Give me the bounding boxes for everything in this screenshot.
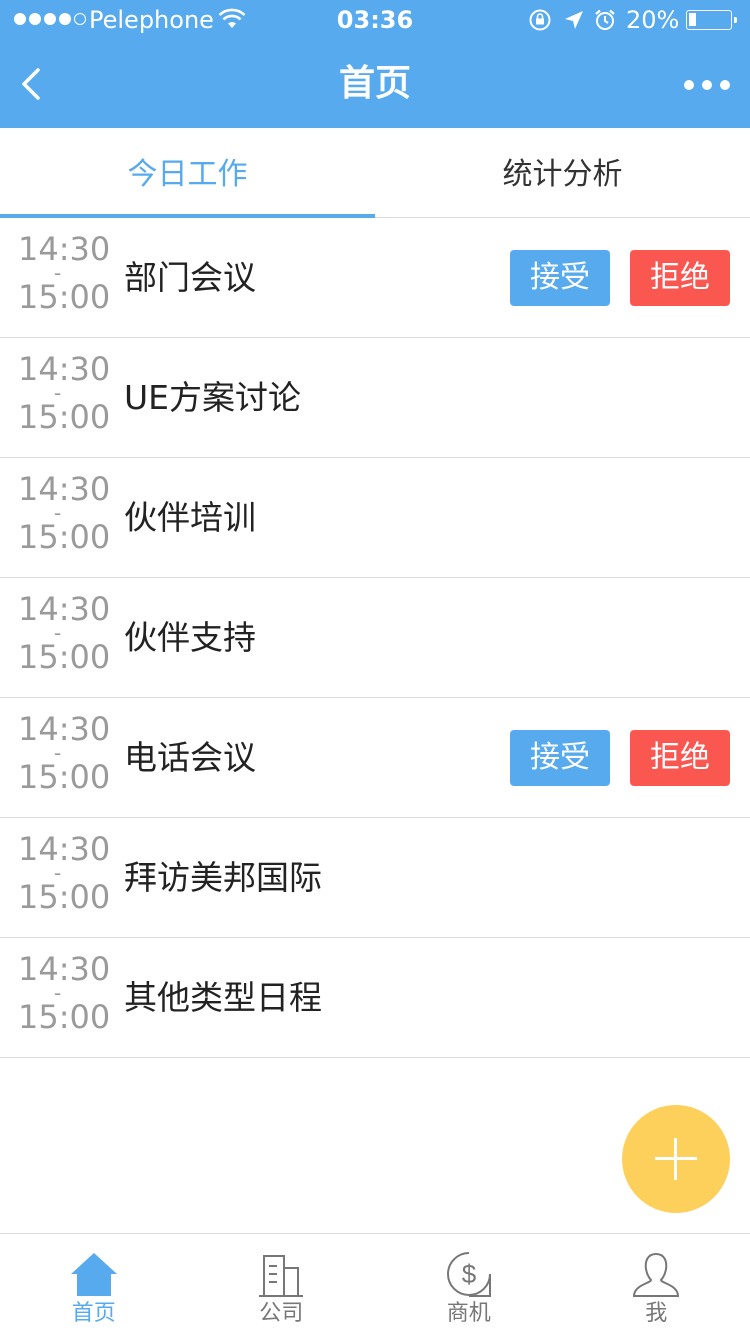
time-range: 14:30 - 15:00 xyxy=(18,352,110,434)
location-icon xyxy=(565,11,583,29)
event-title: 伙伴培训 xyxy=(124,498,256,537)
time-range: 14:30 - 15:00 xyxy=(18,232,110,314)
list-item[interactable]: 14:30 - 15:00 伙伴支持 xyxy=(0,578,750,698)
list-item[interactable]: 14:30 - 15:00 电话会议 接受 拒绝 xyxy=(0,698,750,818)
dollar-icon: $ xyxy=(446,1252,491,1297)
time-range: 14:30 - 15:00 xyxy=(18,592,110,674)
event-title: 部门会议 xyxy=(124,258,256,297)
tab-statistics[interactable]: 统计分析 xyxy=(375,128,750,217)
start-time: 14:30 xyxy=(18,230,111,268)
end-time: 15:00 xyxy=(18,758,111,796)
start-time: 14:30 xyxy=(18,950,111,988)
more-dots-icon[interactable] xyxy=(684,80,730,90)
reject-button[interactable]: 拒绝 xyxy=(630,730,730,786)
event-title: 拜访美邦国际 xyxy=(124,858,322,897)
end-time: 15:00 xyxy=(18,638,111,676)
home-icon xyxy=(70,1253,117,1296)
page-title: 首页 xyxy=(338,63,411,104)
end-time: 15:00 xyxy=(18,518,111,556)
tabbar-item-business[interactable]: $ 商机 xyxy=(375,1234,563,1334)
start-time: 14:30 xyxy=(18,470,111,508)
start-time: 14:30 xyxy=(18,710,111,748)
status-bar: Pelephone 03:36 20% xyxy=(0,0,750,40)
accept-button[interactable]: 接受 xyxy=(510,250,610,306)
list-item[interactable]: 14:30 - 15:00 拜访美邦国际 xyxy=(0,818,750,938)
time-range: 14:30 - 15:00 xyxy=(18,472,110,554)
building-icon xyxy=(259,1255,304,1297)
battery-icon xyxy=(686,10,737,30)
tabbar-label: 商机 xyxy=(446,1301,491,1326)
end-time: 15:00 xyxy=(18,998,111,1036)
battery-percentage: 20% xyxy=(626,6,680,34)
end-time: 15:00 xyxy=(18,878,111,916)
start-time: 14:30 xyxy=(18,350,111,388)
event-title: 电话会议 xyxy=(124,738,256,777)
reject-button[interactable]: 拒绝 xyxy=(630,250,730,306)
end-time: 15:00 xyxy=(18,278,111,316)
top-bar: Pelephone 03:36 20% 首页 xyxy=(0,0,750,128)
add-schedule-button[interactable] xyxy=(622,1105,730,1213)
time-range: 14:30 - 15:00 xyxy=(18,712,110,794)
end-time: 15:00 xyxy=(18,398,111,436)
segment-tabs: 今日工作 统计分析 xyxy=(0,128,750,218)
start-time: 14:30 xyxy=(18,830,111,868)
tabbar-item-me[interactable]: 我 xyxy=(563,1234,750,1334)
tabbar-label: 公司 xyxy=(259,1301,304,1326)
list-item[interactable]: 14:30 - 15:00 部门会议 接受 拒绝 xyxy=(0,218,750,338)
accept-button[interactable]: 接受 xyxy=(510,730,610,786)
event-title: UE方案讨论 xyxy=(124,378,302,417)
time-range: 14:30 - 15:00 xyxy=(18,952,110,1034)
user-icon xyxy=(633,1252,680,1297)
tabbar-item-home[interactable]: 首页 xyxy=(0,1234,188,1334)
list-item[interactable]: 14:30 - 15:00 UE方案讨论 xyxy=(0,338,750,458)
start-time: 14:30 xyxy=(18,590,111,628)
navigation-bar: 首页 xyxy=(0,40,750,128)
event-title: 伙伴支持 xyxy=(124,618,256,657)
tab-today-work[interactable]: 今日工作 xyxy=(0,128,375,218)
bottom-tab-bar: 首页 公司 $ 商机 我 xyxy=(0,1233,750,1334)
tabbar-label: 首页 xyxy=(71,1301,116,1326)
alarm-icon xyxy=(595,9,615,30)
list-item[interactable]: 14:30 - 15:00 伙伴培训 xyxy=(0,458,750,578)
tabbar-item-company[interactable]: 公司 xyxy=(188,1234,376,1334)
rotation-lock-icon xyxy=(529,9,551,31)
event-title: 其他类型日程 xyxy=(124,978,322,1017)
tabbar-label: 我 xyxy=(645,1301,668,1326)
list-item[interactable]: 14:30 - 15:00 其他类型日程 xyxy=(0,938,750,1058)
svg-text:$: $ xyxy=(462,1259,477,1289)
schedule-list: 14:30 - 15:00 部门会议 接受 拒绝 14:30 - 15:00 U… xyxy=(0,218,750,1058)
time-range: 14:30 - 15:00 xyxy=(18,832,110,914)
